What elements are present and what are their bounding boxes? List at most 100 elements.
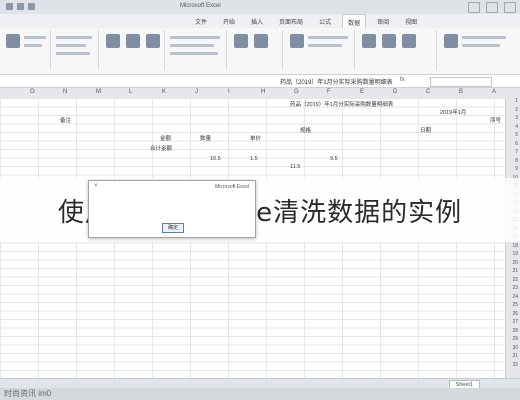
tab-7[interactable]: 视图 [400, 14, 422, 28]
fx-icon[interactable]: fx [400, 77, 405, 83]
column-header[interactable]: C [426, 89, 430, 95]
row-header[interactable]: 31 [512, 353, 518, 359]
redo-icon[interactable] [28, 3, 35, 10]
column-header[interactable]: G [294, 89, 299, 95]
row-header[interactable]: 5 [515, 132, 518, 138]
ribbon-icon-3b[interactable] [126, 34, 140, 48]
cell[interactable]: 单价 [250, 134, 261, 142]
row-header[interactable]: 7 [515, 149, 518, 155]
row-header[interactable]: 9 [515, 166, 518, 172]
column-header[interactable]: J [195, 89, 198, 95]
cell[interactable]: 药品（2019）年1月分实际采购数量明细表 [290, 100, 393, 108]
row-header[interactable]: 26 [512, 311, 518, 317]
window-controls [468, 2, 516, 13]
cell[interactable]: 2019年1月 [440, 108, 466, 116]
cell[interactable]: 合计金额 [150, 144, 172, 152]
row-header[interactable]: 6 [515, 141, 518, 147]
cell[interactable]: 序号 [490, 116, 501, 124]
tab-4[interactable]: 公式 [314, 14, 336, 28]
row-header[interactable]: 30 [512, 345, 518, 351]
ribbon-line [170, 52, 218, 55]
ribbon-icon-7b[interactable] [382, 34, 396, 48]
tab-3[interactable]: 页面布局 [274, 14, 308, 28]
row-header[interactable]: 25 [512, 302, 518, 308]
cell[interactable]: 日期 [420, 126, 431, 134]
row-header[interactable]: 32 [512, 362, 518, 368]
ribbon-line [170, 44, 214, 47]
ribbon-line [308, 44, 342, 47]
close-button[interactable] [504, 2, 516, 13]
status-bar [0, 388, 520, 400]
row-header[interactable]: 29 [512, 336, 518, 342]
row-header[interactable]: 4 [515, 124, 518, 130]
ribbon-icon-1[interactable] [6, 34, 20, 48]
cell[interactable]: 9.5 [330, 156, 338, 162]
row-header[interactable]: 1 [515, 98, 518, 104]
tab-6[interactable]: 审阅 [372, 14, 394, 28]
column-header[interactable]: M [96, 89, 101, 95]
tab-0[interactable]: 文件 [190, 14, 212, 28]
row-header[interactable]: 24 [512, 294, 518, 300]
column-header[interactable]: B [459, 89, 463, 95]
close-icon[interactable]: × [94, 183, 98, 189]
column-header[interactable]: I [228, 89, 230, 95]
ribbon-icon-5a[interactable] [234, 34, 248, 48]
ribbon-icon-7a[interactable] [362, 34, 376, 48]
cell[interactable]: 11.5 [290, 164, 300, 170]
column-header[interactable]: O [30, 89, 35, 95]
ribbon-icon-3a[interactable] [106, 34, 120, 48]
ribbon-group-4 [166, 30, 227, 70]
cell[interactable]: 规格 [300, 126, 311, 134]
column-header[interactable]: N [63, 89, 67, 95]
quick-access-toolbar [6, 3, 35, 10]
filter-icon[interactable] [290, 34, 304, 48]
row-header[interactable]: 3 [515, 115, 518, 121]
maximize-button[interactable] [486, 2, 498, 13]
ribbon-icon-3c[interactable] [146, 34, 160, 48]
column-header[interactable]: K [162, 89, 166, 95]
cell[interactable]: 10.5 [210, 156, 221, 162]
ribbon-icon-8a[interactable] [444, 34, 458, 48]
tab-5[interactable]: 数据 [342, 14, 367, 28]
formula-content[interactable]: 药品（2019）年1月分实际采购数量明细表 [280, 77, 393, 86]
row-header[interactable]: 2 [515, 107, 518, 113]
tab-1[interactable]: 开始 [218, 14, 240, 28]
row-header[interactable]: 22 [512, 277, 518, 283]
column-header[interactable]: L [129, 89, 132, 95]
formula-bar: 药品（2019）年1月分实际采购数量明细表 fx [0, 75, 520, 88]
column-header[interactable]: H [261, 89, 265, 95]
row-header[interactable]: 27 [512, 319, 518, 325]
cell[interactable]: 数量 [200, 134, 211, 142]
cell[interactable]: 金额 [160, 134, 171, 142]
tab-2[interactable]: 插入 [246, 14, 268, 28]
row-header[interactable]: 20 [512, 260, 518, 266]
title-bar: Microsoft Excel [0, 0, 520, 15]
column-header[interactable]: A [492, 89, 496, 95]
cell[interactable]: 1.5 [250, 156, 258, 162]
ribbon-line [462, 44, 500, 47]
ribbon-icon-7c[interactable] [402, 34, 416, 48]
ribbon-line [24, 36, 46, 39]
column-header[interactable]: F [327, 89, 331, 95]
ribbon-line [56, 36, 92, 39]
caption-overlay: 使用OpenRefine清洗数据的实例 [0, 178, 520, 242]
row-header[interactable]: 18 [512, 243, 518, 249]
undo-icon[interactable] [17, 3, 24, 10]
row-header[interactable]: 8 [515, 158, 518, 164]
column-header[interactable]: E [360, 89, 364, 95]
ribbon-line [308, 36, 348, 39]
row-header[interactable]: 23 [512, 285, 518, 291]
ribbon-line [56, 44, 86, 47]
row-header[interactable]: 28 [512, 328, 518, 334]
minimize-button[interactable] [468, 2, 480, 13]
save-icon[interactable] [6, 3, 13, 10]
cell[interactable]: 备注 [60, 116, 71, 124]
row-header[interactable]: 19 [512, 251, 518, 257]
ribbon-icon-5b[interactable] [254, 34, 268, 48]
ribbon-line [24, 44, 42, 47]
column-header[interactable]: D [393, 89, 397, 95]
name-box[interactable] [430, 77, 492, 87]
row-header[interactable]: 21 [512, 268, 518, 274]
watermark-text: 时尚资讯 im0 [4, 389, 52, 398]
ok-button[interactable]: 确定 [162, 223, 184, 233]
